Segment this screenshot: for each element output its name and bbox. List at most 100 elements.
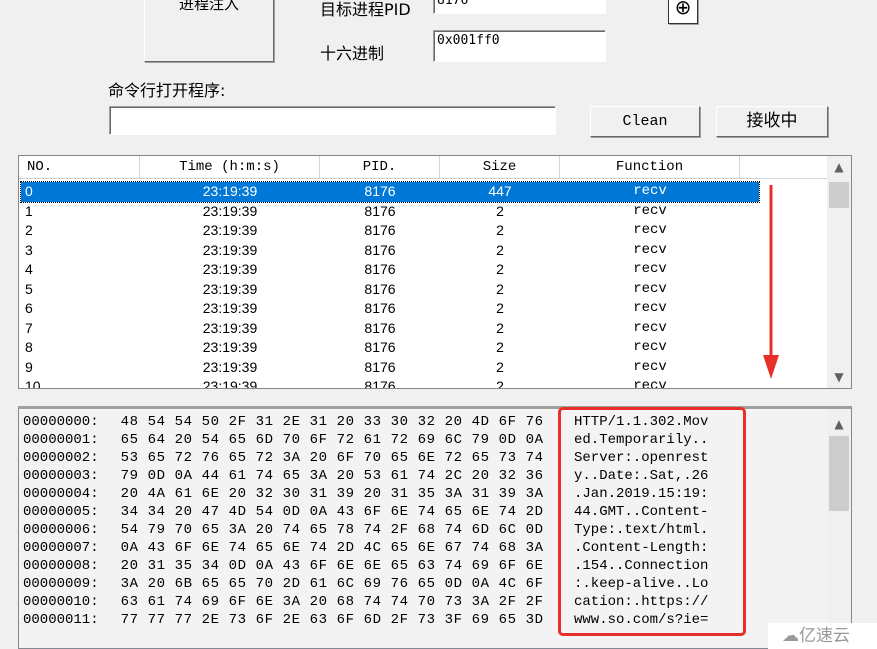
cell-time: 23:19:39 [202, 261, 258, 277]
hex-offset: 00000005: [23, 504, 99, 520]
cell-pid: 8176 [364, 222, 396, 238]
cell-size: 2 [496, 319, 504, 336]
cell-time: 23:19:39 [202, 222, 258, 238]
column-header-pid[interactable]: PID. [320, 156, 440, 179]
hex-row: 00000000: 48 54 54 50 2F 31 2E 31 20 33 3… [23, 413, 544, 431]
cell-function: recv [633, 222, 667, 238]
cell-function: recv [633, 241, 667, 258]
hex-offset: 00000003: [23, 468, 99, 484]
watermark-text: 亿速云 [799, 626, 850, 646]
target-pid-field[interactable]: 8176 [433, 0, 606, 14]
clean-button[interactable]: Clean [590, 106, 700, 137]
hex-label: 十六进制 [320, 44, 385, 63]
cell-time: 23:19:39 [202, 300, 258, 316]
cell-time: 23:19:39 [202, 339, 258, 355]
table-row[interactable]: 8 23:19:39 8176 2 recv [21, 338, 759, 358]
cell-no: 0 [25, 183, 33, 199]
crosshair-target-icon[interactable]: ⊕ [668, 0, 698, 24]
hex-address-field[interactable]: 0x001ff0 [433, 30, 606, 62]
hex-offset: 00000009: [23, 576, 99, 592]
cell-pid: 8176 [364, 241, 396, 258]
hex-offset: 00000000: [23, 414, 99, 430]
cell-pid: 8176 [364, 280, 396, 297]
cell-no: 5 [25, 280, 33, 297]
cell-size: 2 [496, 261, 504, 277]
hex-scroll-thumb[interactable] [829, 436, 849, 511]
cell-time: 23:19:39 [202, 280, 258, 297]
hex-offset: 00000007: [23, 540, 99, 556]
table-row[interactable]: 2 23:19:39 8176 2 recv [21, 221, 759, 241]
hex-offset: 00000011: [23, 612, 99, 628]
table-row[interactable]: 0 23:19:39 8176 447 recv [20, 181, 760, 203]
scroll-up-icon[interactable]: ▲ [827, 417, 851, 431]
cell-function: recv [633, 319, 667, 336]
cell-no: 6 [25, 300, 33, 316]
hex-scrollbar[interactable]: ▲ [827, 409, 851, 648]
table-row[interactable]: 10 23:19:39 8176 2 recv [21, 377, 759, 389]
target-pid-label: 目标进程PID [320, 0, 411, 19]
cell-no: 7 [25, 319, 33, 336]
cell-function: recv [633, 339, 667, 355]
red-box-annotation [558, 407, 746, 636]
receive-button[interactable]: 接收中 [716, 106, 828, 137]
hex-row: 00000006: 54 79 70 65 3A 20 74 65 78 74 2… [23, 521, 544, 539]
scroll-down-icon[interactable]: ▼ [827, 370, 851, 384]
hex-row: 00000008: 20 31 35 34 0D 0A 43 6F 6E 6E 6… [23, 557, 544, 575]
cell-function: recv [633, 378, 667, 389]
table-row[interactable]: 5 23:19:39 8176 2 recv [21, 280, 759, 300]
cell-size: 2 [496, 378, 504, 389]
cell-size: 2 [496, 222, 504, 238]
cell-no: 9 [25, 358, 33, 375]
cell-size: 2 [496, 280, 504, 297]
hex-bytes: 34 34 20 47 4D 54 0D 0A 43 6F 6E 74 65 6… [120, 504, 544, 520]
watermark: ☁亿速云 [768, 623, 877, 649]
hex-offset: 00000001: [23, 432, 99, 448]
hex-offset: 00000004: [23, 486, 99, 502]
hex-row: 00000009: 3A 20 6B 65 65 70 2D 61 6C 69 7… [23, 575, 544, 593]
cell-function: recv [633, 358, 667, 375]
hex-row: 00000004: 20 4A 61 6E 20 32 30 31 39 20 3… [23, 485, 544, 503]
cell-time: 23:19:39 [202, 319, 258, 336]
column-header-blank [740, 156, 828, 179]
hex-bytes: 54 79 70 65 3A 20 74 65 78 74 2F 68 74 6… [120, 522, 544, 538]
cell-no: 10 [25, 378, 41, 389]
scroll-up-icon[interactable]: ▲ [827, 160, 851, 174]
cell-time: 23:19:39 [202, 183, 258, 199]
cell-time: 23:19:39 [202, 241, 258, 258]
hex-row: 00000011: 77 77 77 2E 73 6F 2E 63 6F 6D 2… [23, 611, 544, 629]
hex-bytes: 20 31 35 34 0D 0A 43 6F 6E 6E 65 63 74 6… [120, 558, 544, 574]
table-row[interactable]: 3 23:19:39 8176 2 recv [21, 241, 759, 261]
column-header-time[interactable]: Time (h:m:s) [140, 156, 320, 179]
cell-pid: 8176 [364, 202, 396, 219]
hex-row: 00000010: 63 61 74 69 6F 6E 3A 20 68 74 7… [23, 593, 544, 611]
table-row[interactable]: 9 23:19:39 8176 2 recv [21, 358, 759, 378]
cell-no: 3 [25, 241, 33, 258]
list-scroll-thumb[interactable] [829, 182, 849, 208]
hex-row: 00000003: 79 0D 0A 44 61 74 65 3A 20 53 6… [23, 467, 544, 485]
table-row[interactable]: 6 23:19:39 8176 2 recv [21, 299, 759, 319]
hex-row: 00000007: 0A 43 6F 6E 74 65 6E 74 2D 4C 6… [23, 539, 544, 557]
cmdline-input[interactable] [109, 106, 556, 135]
table-row[interactable]: 4 23:19:39 8176 2 recv [21, 260, 759, 280]
cell-pid: 8176 [364, 261, 396, 277]
hex-offset: 00000006: [23, 522, 99, 538]
inject-process-button[interactable]: 进程注入 [144, 0, 274, 62]
inject-button-label: 进程注入 [178, 0, 239, 13]
cloud-logo-icon: ☁ [782, 626, 799, 646]
packet-list[interactable]: NO. Time (h:m:s) PID. Size Function 0 23:… [18, 155, 852, 389]
column-header-function[interactable]: Function [560, 156, 740, 179]
red-arrow-annotation [763, 185, 779, 379]
cell-time: 23:19:39 [202, 358, 258, 375]
cell-function: recv [633, 183, 667, 199]
cell-pid: 8176 [364, 339, 396, 355]
column-header-size[interactable]: Size [440, 156, 560, 179]
table-row[interactable]: 7 23:19:39 8176 2 recv [21, 319, 759, 339]
hex-bytes: 77 77 77 2E 73 6F 2E 63 6F 6D 2F 73 3F 6… [120, 612, 544, 628]
hex-bytes: 20 4A 61 6E 20 32 30 31 39 20 31 35 3A 3… [120, 486, 544, 502]
cell-function: recv [633, 202, 667, 219]
column-header-no[interactable]: NO. [19, 156, 140, 179]
cell-function: recv [633, 261, 667, 277]
list-scrollbar[interactable]: ▲ ▼ [827, 156, 851, 388]
table-row[interactable]: 1 23:19:39 8176 2 recv [21, 202, 759, 222]
cell-no: 4 [25, 261, 33, 277]
